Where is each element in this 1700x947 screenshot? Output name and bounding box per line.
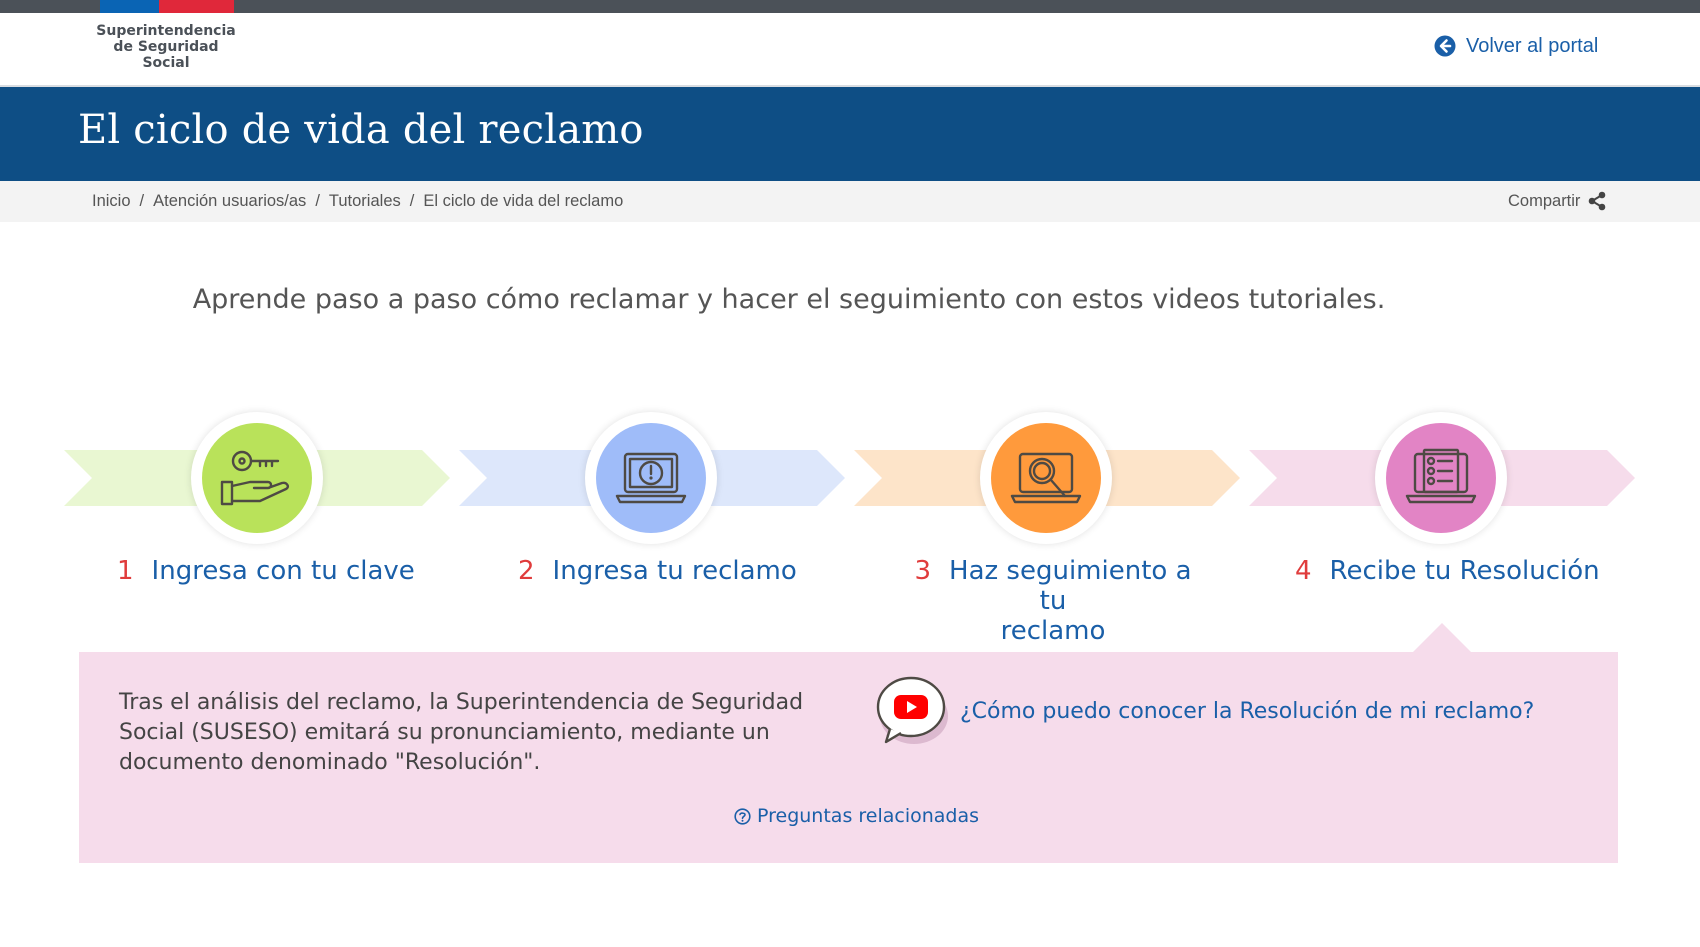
step-1-circle-halo bbox=[191, 412, 323, 544]
step-detail-panel: Tras el análisis del reclamo, la Superin… bbox=[79, 652, 1618, 863]
step-description: Tras el análisis del reclamo, la Superin… bbox=[119, 690, 804, 775]
site-header: Superintendencia de Seguridad Social Vol… bbox=[0, 13, 1700, 87]
step-3-number: 3 bbox=[914, 556, 932, 586]
step-1-number: 1 bbox=[117, 556, 134, 586]
panel-pointer bbox=[1412, 623, 1472, 653]
breadcrumb-bar: Inicio / Atención usuarios/as / Tutoriales… bbox=[0, 181, 1700, 222]
step-1-label: Ingresa con tu clave bbox=[151, 556, 415, 586]
step-2-label: Ingresa tu reclamo bbox=[552, 556, 797, 586]
laptop-search-icon bbox=[1010, 452, 1082, 504]
org-logo[interactable]: Superintendencia de Seguridad Social bbox=[96, 23, 236, 71]
step-4-number: 4 bbox=[1295, 556, 1312, 586]
step-3-title-line-1: 3 Haz seguimiento a tu bbox=[898, 556, 1208, 616]
step-3-label-line-2: reclamo bbox=[1000, 616, 1106, 646]
question-circle-icon bbox=[734, 807, 751, 825]
key-hand-icon bbox=[220, 450, 290, 506]
breadcrumb-separator: / bbox=[315, 192, 320, 210]
step-4-circle-halo bbox=[1375, 412, 1507, 544]
video-tutorial-label: ¿Cómo puedo conocer la Resolución de mi … bbox=[960, 698, 1535, 724]
step-3-circle-halo bbox=[980, 412, 1112, 544]
share-button[interactable]: Compartir bbox=[1508, 191, 1607, 211]
step-1-circle[interactable] bbox=[202, 423, 312, 533]
arrow-left-circle-icon bbox=[1434, 35, 1456, 57]
laptop-alert-icon bbox=[615, 452, 687, 504]
share-label: Compartir bbox=[1508, 191, 1581, 210]
flag-red-stripe bbox=[159, 0, 234, 13]
step-3-label-line-1: Haz seguimiento a tu bbox=[949, 556, 1192, 616]
intro-text: Aprende paso a paso cómo reclamar y hace… bbox=[192, 284, 1386, 315]
step-3-circle[interactable] bbox=[991, 423, 1101, 533]
step-2-circle[interactable] bbox=[596, 423, 706, 533]
breadcrumb-tutoriales[interactable]: Tutoriales bbox=[329, 192, 401, 211]
share-icon bbox=[1589, 191, 1606, 211]
top-strip bbox=[0, 0, 1700, 13]
flag-blue-stripe bbox=[100, 0, 159, 13]
breadcrumb-current: El ciclo de vida del reclamo bbox=[423, 192, 624, 210]
related-questions-label: Preguntas relacionadas bbox=[757, 805, 980, 827]
step-2-circle-halo bbox=[585, 412, 717, 544]
step-4-label: Recibe tu Resolución bbox=[1329, 556, 1600, 586]
logo-line-3: Social bbox=[142, 55, 190, 71]
logo-line-1: Superintendencia bbox=[96, 23, 236, 39]
related-questions-link[interactable]: Preguntas relacionadas bbox=[734, 805, 979, 827]
page-banner: El ciclo de vida del reclamo bbox=[0, 87, 1700, 181]
back-to-portal-link[interactable]: Volver al portal bbox=[1434, 31, 1598, 61]
laptop-checklist-icon bbox=[1405, 448, 1477, 504]
youtube-bubble-icon bbox=[876, 676, 948, 744]
back-to-portal-label: Volver al portal bbox=[1466, 34, 1599, 57]
logo-line-2: de Seguridad bbox=[113, 39, 219, 55]
page-title: El ciclo de vida del reclamo bbox=[78, 107, 644, 153]
breadcrumb-atencion-usuarios[interactable]: Atención usuarios/as bbox=[153, 192, 306, 211]
step-1-title[interactable]: 1 Ingresa con tu clave bbox=[117, 556, 415, 586]
step-2-title[interactable]: 2 Ingresa tu reclamo bbox=[518, 556, 797, 586]
step-3-title[interactable]: 3 Haz seguimiento a tu reclamo bbox=[898, 556, 1208, 646]
step-2-number: 2 bbox=[518, 556, 535, 586]
step-4-title[interactable]: 4 Recibe tu Resolución bbox=[1295, 556, 1600, 586]
breadcrumb-separator: / bbox=[139, 192, 145, 210]
breadcrumb-separator: / bbox=[409, 192, 415, 210]
video-tutorial-link[interactable]: ¿Cómo puedo conocer la Resolución de mi … bbox=[874, 674, 1534, 748]
step-4-circle[interactable] bbox=[1386, 423, 1496, 533]
breadcrumb: Inicio / Atención usuarios/as / Tutoriales… bbox=[92, 192, 623, 211]
breadcrumb-inicio[interactable]: Inicio bbox=[92, 192, 131, 211]
